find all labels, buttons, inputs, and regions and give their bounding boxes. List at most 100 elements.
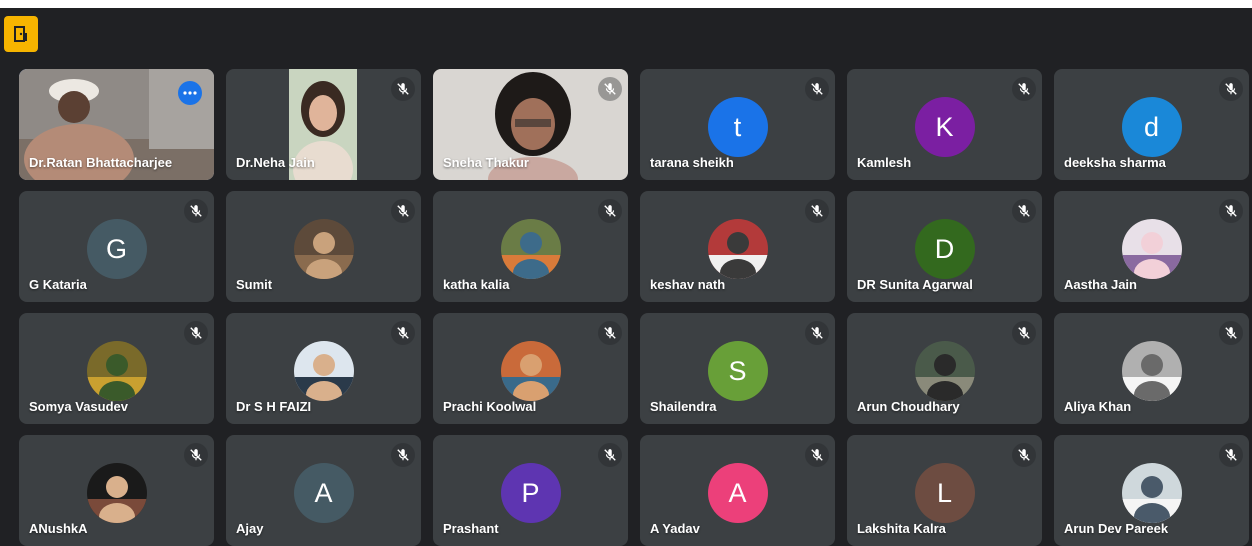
mic-off-icon [1219,443,1243,467]
participant-photo-avatar [500,219,561,279]
participant-tile[interactable]: Arun Dev Pareek [1054,435,1249,546]
participant-avatar: d [1121,97,1182,157]
avatar-initial: A [728,477,747,508]
participant-name: Shailendra [650,399,717,414]
participant-avatar: L [914,463,975,523]
participant-tile[interactable]: keshav nath [640,191,835,302]
participant-photo-avatar [1121,463,1182,523]
participant-name: Prachi Koolwal [443,399,537,414]
participant-avatar: S [707,341,768,401]
participant-tile[interactable]: Prachi Koolwal [433,313,628,424]
participant-photo-avatar [1121,341,1182,401]
mic-off-icon [805,77,829,101]
participant-name: Prashant [443,521,499,536]
participant-tile[interactable]: S Shailendra [640,313,835,424]
participant-name: Dr.Ratan Bhattacharjee [29,155,173,170]
participant-tile[interactable]: Dr.Ratan Bhattacharjee [19,69,214,180]
participant-avatar: P [500,463,561,523]
mic-off-icon [184,443,208,467]
participant-photo-avatar [86,463,147,523]
participant-name: Arun Dev Pareek [1064,521,1169,536]
participant-grid: Dr.Ratan Bhattacharjee Dr.Neha Jain Sneha … [19,69,1249,546]
mic-off-icon [598,77,622,101]
participant-tile[interactable]: t tarana sheikh [640,69,835,180]
avatar-initial: d [1143,111,1160,142]
avatar-initial: G [105,233,127,264]
participant-tile[interactable]: D DR Sunita Agarwal [847,191,1042,302]
more-options-icon[interactable] [178,81,202,105]
participant-name: deeksha sharma [1064,155,1166,170]
mic-off-icon [1219,321,1243,345]
mic-off-icon [805,321,829,345]
mic-off-icon [391,321,415,345]
door-exit-icon[interactable] [4,16,38,52]
participant-tile[interactable]: A A Yadav [640,435,835,546]
mic-off-icon [805,443,829,467]
mic-off-icon [1012,77,1036,101]
participant-name: Dr S H FAIZI [236,399,312,414]
participant-name: Kamlesh [857,155,912,170]
participant-photo-avatar [500,341,561,401]
participant-avatar: A [293,463,354,523]
participant-name: Ajay [236,521,264,536]
participant-tile[interactable]: A Ajay [226,435,421,546]
participant-photo-avatar [86,341,147,401]
mic-off-icon [391,443,415,467]
participant-photo-avatar [293,219,354,279]
participant-photo-avatar [1121,219,1182,279]
participant-tile[interactable]: Dr S H FAIZI [226,313,421,424]
participant-avatar: t [707,97,768,157]
participant-tile[interactable]: G G Kataria [19,191,214,302]
participant-tile[interactable]: L Lakshita Kalra [847,435,1042,546]
participant-name: DR Sunita Agarwal [857,277,973,292]
mic-off-icon [1012,199,1036,223]
participant-name: G Kataria [29,277,87,292]
mic-off-icon [598,321,622,345]
participant-name: katha kalia [443,277,510,292]
mic-off-icon [1012,321,1036,345]
avatar-initial: t [733,111,742,142]
participant-name: tarana sheikh [650,155,734,170]
participant-tile[interactable]: Aliya Khan [1054,313,1249,424]
participant-tile[interactable]: P Prashant [433,435,628,546]
mic-off-icon [598,443,622,467]
participant-tile[interactable]: Sumit [226,191,421,302]
participant-name: Lakshita Kalra [857,521,946,536]
participant-tile[interactable]: d deeksha sharma [1054,69,1249,180]
participant-tile[interactable]: Dr.Neha Jain [226,69,421,180]
participant-photo-avatar [293,341,354,401]
mic-off-icon [391,199,415,223]
mic-off-icon [1219,199,1243,223]
participant-tile[interactable]: Sneha Thakur [433,69,628,180]
avatar-initial: P [521,477,540,508]
participant-tile[interactable]: K Kamlesh [847,69,1042,180]
participant-avatar: G [86,219,147,279]
participant-name: Sumit [236,277,273,292]
participant-avatar: K [914,97,975,157]
mic-off-icon [391,77,415,101]
mic-off-icon [184,199,208,223]
participant-name: Sneha Thakur [443,155,529,170]
avatar-initial: D [934,233,955,264]
participant-name: Arun Choudhary [857,399,960,414]
participant-tile[interactable]: Aastha Jain [1054,191,1249,302]
mic-off-icon [1219,77,1243,101]
avatar-initial: A [314,477,333,508]
participant-name: keshav nath [650,277,726,292]
participant-photo-avatar [707,219,768,279]
participant-tile[interactable]: Somya Vasudev [19,313,214,424]
participant-avatar: D [914,219,975,279]
participant-name: Dr.Neha Jain [236,155,315,170]
participant-name: ANushkA [29,521,88,536]
mic-off-icon [184,321,208,345]
participant-tile[interactable]: katha kalia [433,191,628,302]
avatar-initial: L [936,477,953,508]
participant-avatar: A [707,463,768,523]
participant-tile[interactable]: Arun Choudhary [847,313,1042,424]
participant-name: Aliya Khan [1064,399,1132,414]
mic-off-icon [805,199,829,223]
participant-name: A Yadav [650,521,700,536]
participant-tile[interactable]: ANushkA [19,435,214,546]
avatar-initial: S [728,355,747,386]
top-bar [0,0,1252,60]
